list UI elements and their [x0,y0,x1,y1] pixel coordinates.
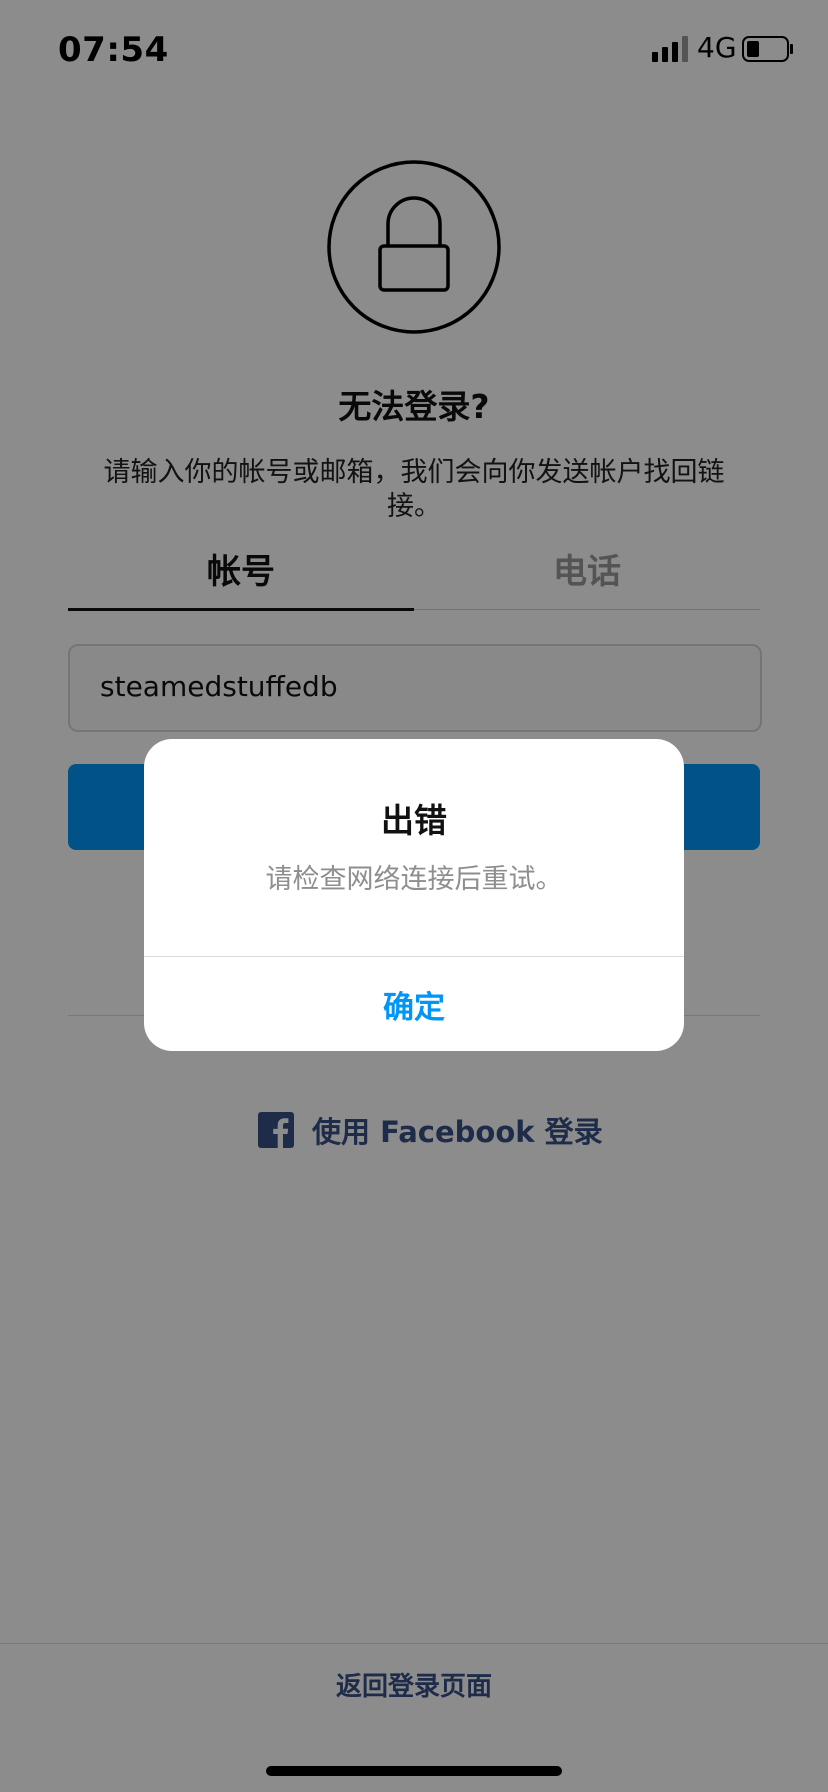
alert-message: 请检查网络连接后重试。 [265,864,563,895]
alert-ok-button[interactable]: 确定 [144,957,684,1051]
screen: 07:54 4G 无法登录? 请输入你的帐号或邮箱，我们会向你发送帐户找回链接。… [0,0,828,1792]
alert-title: 出错 [381,801,447,840]
error-alert: 出错 请检查网络连接后重试。 确定 [144,739,684,1051]
home-indicator[interactable] [266,1766,562,1776]
